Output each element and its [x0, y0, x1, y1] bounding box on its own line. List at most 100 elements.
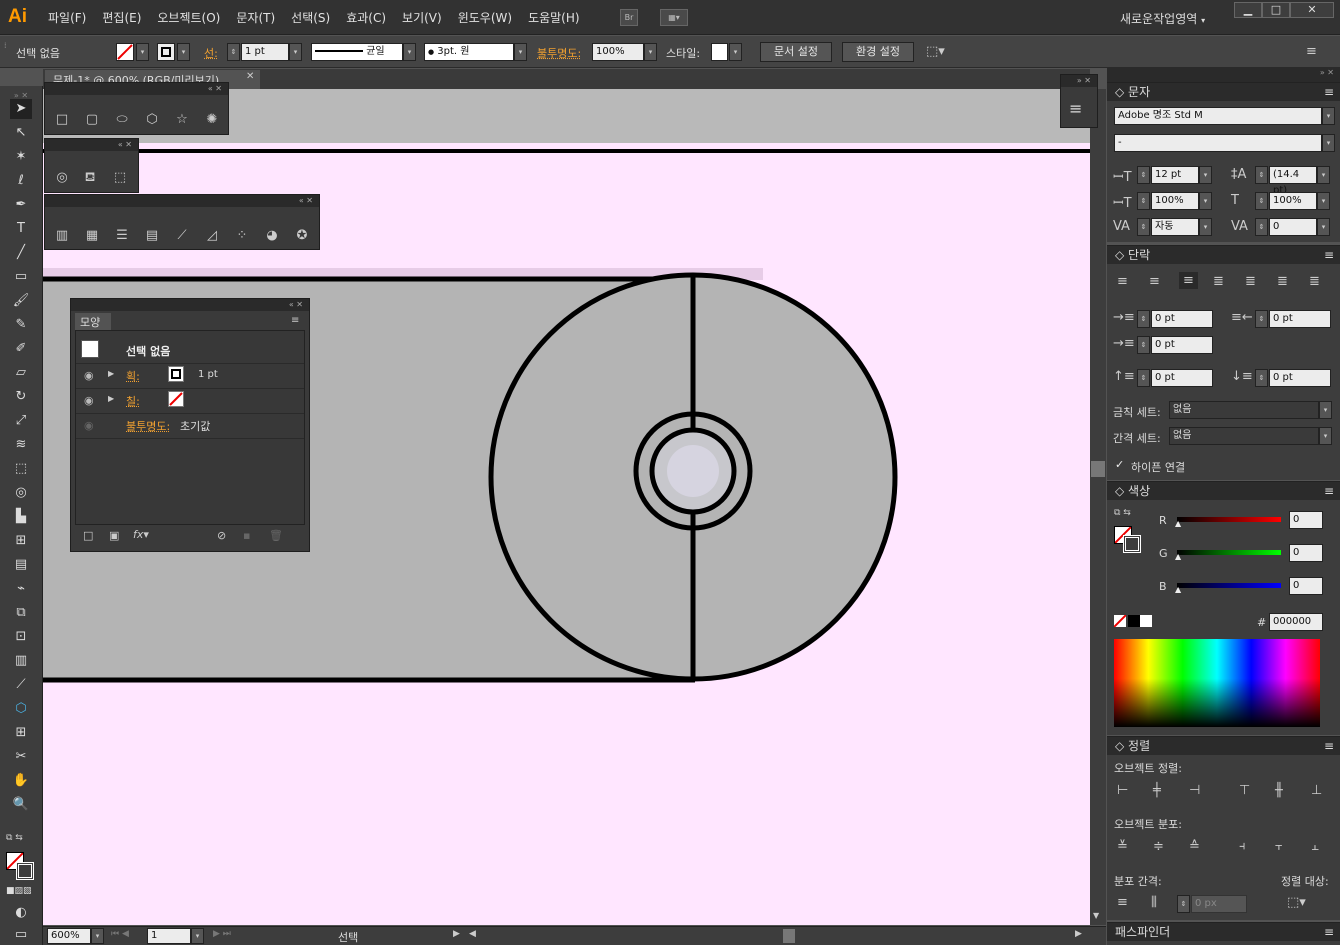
tracking-field[interactable]: 0 — [1269, 218, 1317, 236]
panel-menu-icon[interactable]: ≡ — [1324, 246, 1334, 264]
panel-menu-icon[interactable]: ≡ — [1324, 482, 1334, 500]
font-size-field[interactable]: 12 pt — [1151, 166, 1199, 184]
polygon-icon[interactable]: ⬡ — [143, 111, 161, 129]
r-slider[interactable] — [1177, 517, 1281, 522]
vertical-scale-stepper[interactable]: ⇕ — [1137, 192, 1150, 210]
align-vertical-center-icon[interactable]: ╫ — [1275, 783, 1283, 798]
zoom-tool-icon[interactable]: 🔍 — [10, 795, 32, 815]
distribute-bottom-icon[interactable]: ≙ — [1189, 839, 1200, 854]
page-field[interactable]: 1 — [147, 928, 191, 944]
first-prev-page-icons[interactable]: ⏮ ◀ — [111, 929, 129, 939]
preferences-button[interactable]: 환경 설정 — [842, 42, 914, 62]
horizontal-scroll-thumb[interactable] — [783, 929, 795, 943]
visibility-eye-icon[interactable]: ◉ — [84, 369, 94, 382]
opacity-field[interactable]: 100% — [592, 43, 644, 61]
scroll-down-icon[interactable]: ▼ — [1093, 911, 1099, 920]
font-family-dropdown[interactable]: ▾ — [1322, 107, 1335, 125]
menu-file[interactable]: 파일(F) — [40, 9, 94, 26]
r-field[interactable]: 0 — [1289, 511, 1323, 529]
leading-stepper[interactable]: ⇕ — [1255, 166, 1268, 184]
scroll-left-icon[interactable]: ◀ — [469, 929, 476, 939]
vertical-distribute-space-icon[interactable]: ≡ — [1117, 895, 1128, 910]
distribute-right-icon[interactable]: ⫠ — [1311, 839, 1319, 854]
line-graph-icon[interactable]: ⟋ — [173, 227, 191, 245]
ellipse-icon[interactable]: ⬭ — [113, 111, 131, 129]
r-slider-thumb[interactable]: ▲ — [1175, 519, 1181, 528]
stroke-attr-label[interactable]: 획: — [126, 368, 140, 384]
brush-definition[interactable]: ● 3pt. 원 — [424, 43, 514, 61]
gradient-tool-icon[interactable]: ▤ — [10, 555, 32, 575]
blend-tool-icon[interactable]: ⧉ — [10, 603, 32, 623]
leading-field[interactable]: (14.4 pt) — [1269, 166, 1317, 196]
kinsoku-select[interactable]: 없음 — [1169, 401, 1319, 419]
panel-menu-icon[interactable]: ≡ — [1306, 44, 1317, 59]
slice-tool-icon[interactable]: ⟋ — [10, 675, 32, 695]
shape-builder-tool-icon[interactable]: ◎ — [10, 483, 32, 503]
kinsoku-dropdown[interactable]: ▾ — [1319, 401, 1332, 419]
duplicate-item-icon[interactable]: ▪ — [243, 529, 250, 542]
pencil-tool-icon[interactable]: ✎ — [10, 315, 32, 335]
perspective-grid-tool-icon[interactable]: ⬡ — [10, 699, 32, 719]
align-horizontal-center-icon[interactable]: ╪ — [1153, 783, 1161, 798]
font-style-dropdown[interactable]: ▾ — [1322, 134, 1335, 152]
type-tool-icon[interactable]: T — [10, 219, 32, 239]
menu-help[interactable]: 도움말(H) — [520, 9, 588, 26]
profile-dropdown[interactable]: ▾ — [403, 43, 416, 61]
appearance-tab[interactable]: 모양 — [75, 313, 111, 330]
next-last-page-icons[interactable]: ▶ ⏭ — [213, 929, 231, 939]
first-line-indent-field[interactable]: 0 pt — [1151, 336, 1213, 354]
radar-graph-icon[interactable]: ✪ — [293, 227, 311, 245]
panel-menu-icon[interactable]: ≡ — [1324, 83, 1334, 101]
live-paint-bucket-icon[interactable]: ⛾ — [81, 169, 99, 187]
default-colors-icon[interactable]: ⧉ ⇆ — [1114, 508, 1131, 518]
bridge-button[interactable]: Br — [620, 9, 638, 26]
distribute-vertical-center-icon[interactable]: ≑ — [1153, 839, 1164, 854]
visibility-eye-icon[interactable]: ◉ — [84, 394, 94, 407]
b-slider-thumb[interactable]: ▲ — [1175, 585, 1181, 594]
warp-tool-icon[interactable]: ≋ — [10, 435, 32, 455]
font-family-field[interactable]: Adobe 명조 Std M — [1114, 107, 1322, 125]
mesh-tool-icon[interactable]: ⊞ — [10, 531, 32, 551]
brush-dropdown[interactable]: ▾ — [514, 43, 527, 61]
lasso-tool-icon[interactable]: ℓ — [10, 171, 32, 191]
fill-swatch[interactable] — [116, 43, 134, 61]
rectangle-tool-icon[interactable]: ▭ — [10, 267, 32, 287]
delete-item-icon[interactable]: 🗑 — [269, 529, 283, 542]
space-after-stepper[interactable]: ⇕ — [1255, 369, 1268, 387]
g-field[interactable]: 0 — [1289, 544, 1323, 562]
visibility-eye-icon[interactable]: ◉ — [84, 419, 94, 432]
menu-effect[interactable]: 효과(C) — [338, 9, 394, 26]
hand-tool-icon[interactable]: ✋ — [10, 771, 32, 791]
blob-brush-tool-icon[interactable]: ✐ — [10, 339, 32, 359]
g-slider[interactable] — [1177, 550, 1281, 555]
document-setup-button[interactable]: 문서 설정 — [760, 42, 832, 62]
rotate-tool-icon[interactable]: ↻ — [10, 387, 32, 407]
vertical-scroll-thumb[interactable] — [1091, 461, 1105, 477]
stacked-column-graph-icon[interactable]: ▦ — [83, 227, 101, 245]
fill-attr-swatch[interactable] — [168, 391, 184, 407]
screen-mode-icon[interactable]: ▭ — [10, 925, 32, 945]
leading-dropdown[interactable]: ▾ — [1317, 166, 1330, 184]
black-swatch[interactable] — [1128, 615, 1140, 627]
status-text[interactable]: 선택 — [338, 929, 358, 945]
stroke-color-swatch[interactable] — [1123, 535, 1141, 553]
scale-tool-icon[interactable]: ⤢ — [10, 411, 32, 431]
horizontal-scale-dropdown[interactable]: ▾ — [1317, 192, 1330, 210]
align-left-icon[interactable]: ≡ — [1117, 274, 1128, 289]
stacked-bar-graph-icon[interactable]: ▤ — [143, 227, 161, 245]
fill-attr-label[interactable]: 칠: — [126, 393, 140, 409]
panel-menu-icon[interactable]: ≡ — [1324, 737, 1334, 755]
pen-tool-icon[interactable]: ✒ — [10, 195, 32, 215]
align-right-icon[interactable]: ≡ — [1179, 272, 1198, 289]
add-new-fill-icon[interactable]: ▣ — [109, 529, 119, 542]
stroke-indicator[interactable] — [16, 862, 34, 880]
menu-window[interactable]: 윈도우(W) — [450, 9, 520, 26]
symbol-sprayer-tool-icon[interactable]: ⊡ — [10, 627, 32, 647]
mojikumi-select[interactable]: 없음 — [1169, 427, 1319, 445]
left-indent-stepper[interactable]: ⇕ — [1137, 310, 1150, 328]
free-transform-tool-icon[interactable]: ⬚ — [10, 459, 32, 479]
close-tab-icon[interactable]: ✕ — [246, 71, 254, 82]
justify-all-icon[interactable]: ≣ — [1309, 274, 1320, 289]
menu-edit[interactable]: 편집(E) — [94, 9, 149, 26]
font-style-field[interactable]: - — [1114, 134, 1322, 152]
